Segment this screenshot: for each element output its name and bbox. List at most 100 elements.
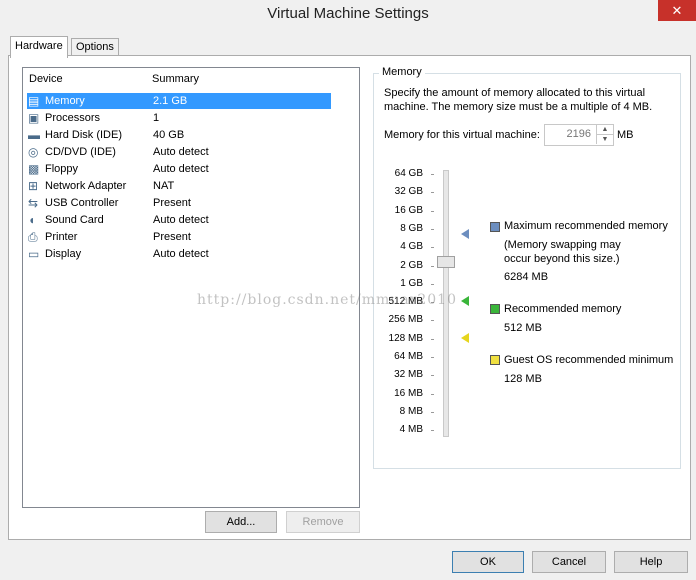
device-summary: Present — [153, 231, 191, 243]
device-summary: Auto detect — [153, 214, 209, 226]
memory-scale-label: 16 MB — [394, 387, 423, 399]
memory-scale-tick — [431, 174, 434, 175]
device-name: Processors — [45, 112, 101, 124]
device-row-usb-controller[interactable]: ⇆ USB Controller Present — [27, 195, 331, 211]
memory-description: Specify the amount of memory allocated t… — [384, 87, 653, 113]
usb-icon: ⇆ — [28, 196, 39, 210]
memory-scale-tick — [431, 320, 434, 322]
min-legend-value: 128 MB — [504, 373, 542, 385]
rec-legend-label: Recommended memory — [504, 303, 622, 315]
memory-scale-label: 2 GB — [400, 259, 423, 271]
device-name: Display — [45, 248, 82, 260]
device-name: USB Controller — [45, 197, 119, 209]
device-row-display[interactable]: ▭ Display Auto detect — [27, 246, 331, 262]
rec-legend-swatch — [490, 304, 500, 314]
memory-scale-tick — [431, 265, 434, 267]
device-name: Memory — [45, 95, 85, 107]
device-row-network-adapter[interactable]: ⊞ Network Adapter NAT — [27, 178, 331, 194]
device-name: CD/DVD (IDE) — [45, 146, 116, 158]
device-summary: NAT — [153, 180, 175, 192]
device-name: Floppy — [45, 163, 79, 175]
memory-scale-label: 16 GB — [394, 204, 423, 216]
spin-up-icon[interactable]: ▲ — [596, 125, 613, 135]
memory-scale-tick — [431, 228, 434, 230]
memory-scale-tick — [431, 411, 434, 413]
memory-scale-tick — [431, 192, 434, 194]
memory-scale-tick — [431, 357, 434, 358]
max-legend-note: (Memory swapping may occur beyond this s… — [504, 239, 621, 265]
device-summary: Auto detect — [153, 146, 209, 158]
device-name: Network Adapter — [45, 180, 127, 192]
memory-scale-label: 32 MB — [394, 369, 423, 381]
device-summary: Auto detect — [153, 248, 209, 260]
memory-value[interactable]: 2196 — [567, 128, 591, 140]
device-row-processors[interactable]: ▣ Processors 1 — [27, 110, 331, 126]
printer-icon: ⎙ — [28, 230, 38, 244]
remove-button: Remove — [286, 511, 360, 533]
sound-card-icon: ◖ — [28, 213, 36, 227]
device-row-memory[interactable]: ▤ Memory 2.1 GB — [27, 93, 331, 109]
memory-scale-label: 128 MB — [388, 332, 423, 344]
memory-scale-label: 1 GB — [400, 277, 423, 289]
device-row-hard-disk-ide[interactable]: ▬ Hard Disk (IDE) 40 GB — [27, 127, 331, 143]
cd-dvd-icon: ◎ — [28, 145, 39, 159]
spin-down-icon[interactable]: ▼ — [596, 135, 613, 144]
tab-hardware[interactable]: Hardware — [10, 36, 68, 58]
window-title: Virtual Machine Settings — [267, 5, 429, 22]
memory-field-label: Memory for this virtual machine: — [384, 129, 540, 141]
floppy-icon: ▩ — [28, 162, 40, 176]
memory-scale-label: 8 MB — [399, 405, 423, 417]
min-legend-label: Guest OS recommended minimum — [504, 354, 674, 366]
memory-scale-tick — [431, 210, 434, 212]
min-legend-swatch — [490, 355, 500, 365]
memory-spinbox[interactable]: 2196 ▲ ▼ — [544, 124, 614, 146]
memory-group-label: Memory — [379, 66, 425, 78]
device-summary: Auto detect — [153, 163, 209, 175]
device-name: Printer — [45, 231, 78, 243]
device-column-header[interactable]: Device — [29, 73, 63, 85]
device-list[interactable]: Device Summary ▤ Memory 2.1 GB ▣ Processors 1… — [22, 67, 360, 508]
close-button[interactable]: ✕ — [658, 0, 696, 21]
watermark: http://blog.csdn.net/mmuar2010 — [197, 292, 457, 308]
ok-button[interactable]: OK — [452, 551, 524, 573]
memory-scale-tick — [431, 375, 434, 377]
device-name: Hard Disk (IDE) — [45, 129, 123, 141]
device-row-cd-dvd-ide[interactable]: ◎ CD/DVD (IDE) Auto detect — [27, 144, 331, 160]
rec-legend-value: 512 MB — [504, 322, 542, 334]
help-button[interactable]: Help — [614, 551, 688, 573]
max-legend-label: Maximum recommended memory — [504, 220, 668, 232]
memory-scale-label: 64 MB — [394, 351, 423, 362]
max-legend-value: 6284 MB — [504, 271, 549, 283]
recommended-marker-icon — [461, 296, 469, 306]
processor-icon: ▣ — [28, 111, 40, 125]
memory-scale-label: 4 GB — [400, 241, 423, 253]
tab-options[interactable]: Options — [71, 38, 119, 55]
memory-icon: ▤ — [28, 94, 40, 108]
add-button[interactable]: Add... — [205, 511, 277, 533]
hard-disk-icon: ▬ — [28, 128, 40, 142]
device-summary: 2.1 GB — [153, 95, 188, 107]
device-row-floppy[interactable]: ▩ Floppy Auto detect — [27, 161, 331, 177]
memory-scale-label: 256 MB — [388, 314, 423, 326]
device-summary: 1 — [153, 112, 160, 124]
device-name: Sound Card — [45, 214, 104, 226]
memory-scale-tick — [431, 430, 434, 432]
display-icon: ▭ — [28, 247, 40, 261]
memory-scale-label: 8 GB — [400, 222, 423, 234]
summary-column-header[interactable]: Summary — [152, 73, 199, 85]
memory-scale-label: 64 GB — [394, 168, 423, 179]
memory-scale-label: 32 GB — [394, 186, 423, 198]
minimum-marker-icon — [461, 333, 469, 343]
cancel-button[interactable]: Cancel — [532, 551, 606, 573]
memory-unit: MB — [617, 129, 634, 141]
memory-scale-tick — [431, 338, 434, 340]
device-summary: Present — [153, 197, 191, 209]
device-summary: 40 GB — [153, 129, 185, 141]
network-adapter-icon: ⊞ — [28, 179, 39, 193]
memory-scale-tick — [431, 247, 434, 249]
max-recommended-marker-icon — [461, 229, 469, 239]
device-row-printer[interactable]: ⎙ Printer Present — [27, 229, 331, 245]
memory-slider-thumb[interactable] — [437, 256, 455, 268]
max-legend-swatch — [490, 222, 500, 232]
device-row-sound-card[interactable]: ◖ Sound Card Auto detect — [27, 212, 331, 228]
